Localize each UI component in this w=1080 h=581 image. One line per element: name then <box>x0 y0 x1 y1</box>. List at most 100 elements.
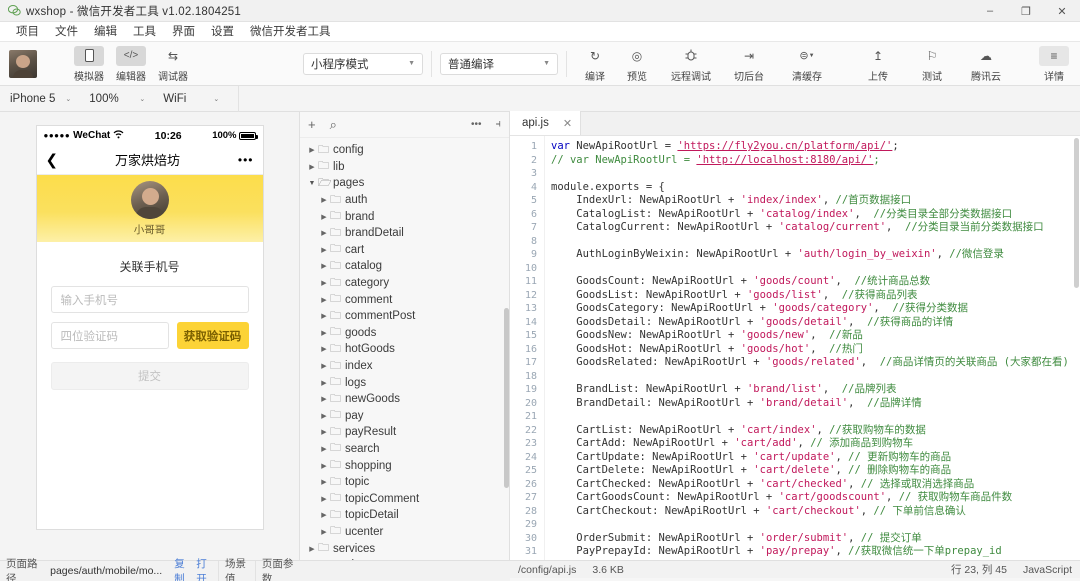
chevron-right-icon[interactable]: ▶ <box>306 146 318 154</box>
device-select[interactable]: iPhone 5 ⌄ <box>0 90 77 108</box>
mode-select[interactable]: 小程序模式 ▼ <box>303 52 423 75</box>
code-content[interactable]: var NewApiRootUrl = 'https://fly2you.cn/… <box>544 136 1080 560</box>
preview-button[interactable]: ◎ 预览 <box>617 45 657 83</box>
tree-folder-static[interactable]: ▶🗀static <box>300 557 509 560</box>
remote-debug-button[interactable]: 远程调试 <box>667 45 715 83</box>
open-path-button[interactable]: 打开 <box>196 556 218 581</box>
chevron-right-icon[interactable]: ▶ <box>318 462 330 470</box>
chevron-right-icon[interactable]: ▶ <box>318 213 330 221</box>
chevron-right-icon[interactable]: ▶ <box>318 379 330 387</box>
tree-folder-pages[interactable]: ▼ 🗁 pages <box>300 175 509 192</box>
background-button[interactable]: ⇥ 切后台 <box>725 45 773 83</box>
page-params-button[interactable]: 页面参数 <box>256 556 300 581</box>
tree-folder-topicComment[interactable]: ▶ 🗀 topicComment <box>300 490 509 507</box>
tree-folder-brand[interactable]: ▶ 🗀 brand <box>300 208 509 225</box>
tree-folder-commentPost[interactable]: ▶ 🗀 commentPost <box>300 308 509 325</box>
upload-button[interactable]: ↥ 上传 <box>858 45 898 83</box>
chevron-right-icon[interactable]: ▶ <box>306 545 318 553</box>
tree-folder-brandDetail[interactable]: ▶ 🗀 brandDetail <box>300 225 509 242</box>
submit-button[interactable]: 提交 <box>50 362 249 390</box>
compile-mode-select[interactable]: 普通编译 ▼ <box>440 52 558 75</box>
toggle-panel-icon[interactable]: ⫞ <box>496 118 502 131</box>
chevron-right-icon[interactable]: ▶ <box>318 296 330 304</box>
chevron-right-icon[interactable]: ▶ <box>318 196 330 204</box>
chevron-right-icon[interactable]: ▶ <box>318 528 330 536</box>
debugger-toggle-button[interactable]: ⇆ 调试器 <box>153 45 193 83</box>
menu-item-devtools[interactable]: 微信开发者工具 <box>242 22 339 42</box>
tree-folder-index[interactable]: ▶ 🗀 index <box>300 358 509 375</box>
tree-folder-shopping[interactable]: ▶ 🗀 shopping <box>300 457 509 474</box>
chevron-right-icon[interactable]: ▶ <box>318 511 330 519</box>
chevron-right-icon[interactable]: ▶ <box>318 478 330 486</box>
chevron-right-icon[interactable]: ▶ <box>318 428 330 436</box>
chevron-right-icon[interactable]: ▶ <box>318 495 330 503</box>
tab-api-js[interactable]: api.js ✕ <box>510 111 582 135</box>
tree-folder-topicDetail[interactable]: ▶ 🗀 topicDetail <box>300 507 509 524</box>
tree-folder-ucenter[interactable]: ▶ 🗀 ucenter <box>300 524 509 541</box>
clear-cache-button[interactable]: ⊜ ▼ 清缓存 <box>783 45 831 83</box>
more-options-icon[interactable]: ••• <box>471 119 482 130</box>
chevron-right-icon[interactable]: ▶ <box>318 445 330 453</box>
cursor-position-label[interactable]: 行 23, 列 45 <box>951 562 1007 577</box>
tree-folder-search[interactable]: ▶ 🗀 search <box>300 441 509 458</box>
tree-folder-comment[interactable]: ▶ 🗀 comment <box>300 291 509 308</box>
close-icon[interactable]: ✕ <box>563 117 572 130</box>
compile-button[interactable]: ↻ 编译 <box>575 45 615 83</box>
menu-item-edit[interactable]: 编辑 <box>86 22 125 42</box>
code-area[interactable]: 1 2 3 4 5 6 7 8 9 10 11 12 13 14 15 16 17 18 19 20 21 22 23 24 2… <box>510 136 1080 560</box>
tree-folder-lib[interactable]: ▶ 🗀 lib <box>300 159 509 176</box>
chevron-right-icon[interactable]: ▶ <box>318 412 330 420</box>
chevron-down-icon[interactable]: ▼ <box>306 180 318 187</box>
test-button[interactable]: ⚐ 测试 <box>912 45 952 83</box>
menu-item-interface[interactable]: 界面 <box>164 22 203 42</box>
tree-folder-pay[interactable]: ▶ 🗀 pay <box>300 408 509 425</box>
tree-folder-logs[interactable]: ▶ 🗀 logs <box>300 374 509 391</box>
tencent-cloud-button[interactable]: ☁ 腾讯云 <box>966 45 1006 83</box>
tree-folder-config[interactable]: ▶ 🗀 config <box>300 142 509 159</box>
chevron-right-icon[interactable]: ▶ <box>318 312 330 320</box>
details-button[interactable]: ≡ 详情 <box>1034 45 1074 83</box>
tree-folder-auth[interactable]: ▶ 🗀 auth <box>300 192 509 209</box>
chevron-right-icon[interactable]: ▶ <box>318 279 330 287</box>
language-mode-label[interactable]: JavaScript <box>1023 564 1072 576</box>
tree-folder-payResult[interactable]: ▶ 🗀 payResult <box>300 424 509 441</box>
editor-toggle-button[interactable]: </> 编辑器 <box>111 45 151 83</box>
menu-item-project[interactable]: 项目 <box>8 22 47 42</box>
close-button[interactable]: ✕ <box>1044 0 1080 22</box>
add-file-icon[interactable]: + <box>308 117 316 132</box>
file-tree-list[interactable]: ▶ 🗀 config ▶ 🗀 lib ▼ 🗁 pages ▶ 🗀 auth ▶ 🗀 brand ▶ 🗀 brand… <box>300 138 509 560</box>
back-chevron-icon[interactable]: ❮ <box>46 151 66 169</box>
file-tree-scrollbar[interactable] <box>504 138 509 560</box>
menu-item-file[interactable]: 文件 <box>47 22 86 42</box>
user-avatar[interactable] <box>9 49 37 78</box>
verification-code-input[interactable]: 四位验证码 <box>50 322 169 349</box>
more-menu-icon[interactable]: ••• <box>230 153 254 167</box>
tree-folder-topic[interactable]: ▶ 🗀 topic <box>300 474 509 491</box>
scene-value-button[interactable]: 场景值 <box>219 556 255 581</box>
minimize-button[interactable]: – <box>972 0 1008 22</box>
phone-input[interactable]: 输入手机号 <box>50 286 249 313</box>
chevron-right-icon[interactable]: ▶ <box>318 229 330 237</box>
chevron-right-icon[interactable]: ▶ <box>318 395 330 403</box>
copy-path-button[interactable]: 复制 <box>168 556 196 581</box>
chevron-right-icon[interactable]: ▶ <box>318 246 330 254</box>
chevron-right-icon[interactable]: ▶ <box>306 163 318 171</box>
tree-folder-hotGoods[interactable]: ▶ 🗀 hotGoods <box>300 341 509 358</box>
tree-folder-goods[interactable]: ▶ 🗀 goods <box>300 325 509 342</box>
menu-item-settings[interactable]: 设置 <box>203 22 242 42</box>
tree-folder-services[interactable]: ▶ 🗀 services <box>300 540 509 557</box>
zoom-select[interactable]: 100% ⌄ <box>79 90 151 108</box>
simulator-toggle-button[interactable]: 模拟器 <box>69 45 109 83</box>
get-code-button[interactable]: 获取验证码 <box>176 322 249 349</box>
chevron-right-icon[interactable]: ▶ <box>318 329 330 337</box>
tree-folder-newGoods[interactable]: ▶ 🗀 newGoods <box>300 391 509 408</box>
tree-folder-catalog[interactable]: ▶ 🗀 catalog <box>300 258 509 275</box>
code-scrollbar[interactable] <box>1074 136 1080 560</box>
chevron-right-icon[interactable]: ▶ <box>318 345 330 353</box>
network-select[interactable]: WiFi ⌄ <box>153 90 225 108</box>
maximize-button[interactable]: ❐ <box>1008 0 1044 22</box>
chevron-right-icon[interactable]: ▶ <box>318 362 330 370</box>
menu-item-tools[interactable]: 工具 <box>125 22 164 42</box>
tree-folder-cart[interactable]: ▶ 🗀 cart <box>300 242 509 259</box>
tree-folder-category[interactable]: ▶ 🗀 category <box>300 275 509 292</box>
